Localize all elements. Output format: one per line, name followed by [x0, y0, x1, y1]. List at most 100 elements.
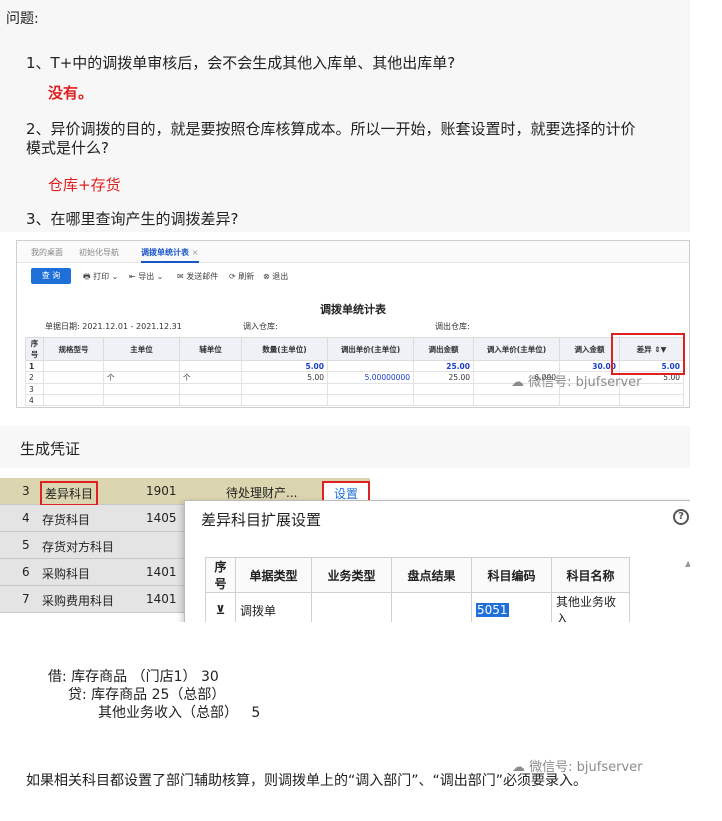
journal-credit-1: 贷: 库存商品 25（总部） — [68, 687, 226, 703]
print-label: 打印 — [93, 272, 110, 281]
print-button[interactable]: 🖶 打印 ⌄ — [83, 271, 118, 285]
cell-no: 4 — [25, 394, 44, 406]
subject-code-input[interactable]: 5051 — [476, 603, 509, 617]
refresh-label: 刷新 — [238, 272, 255, 281]
tab-close-icon[interactable]: × — [192, 248, 199, 257]
cell-qty: 5.00 — [241, 360, 328, 372]
row-name: 差异科目 — [40, 481, 99, 506]
journal-debit: 借: 库存商品 （门店1） 30 — [48, 669, 219, 685]
export-button[interactable]: ⇤ 导出 ⌄ — [129, 271, 164, 282]
row-code: 1401 — [146, 565, 177, 579]
wechat-icon: ☁ — [511, 375, 524, 390]
question-3: 3、在哪里查询产生的调拨差异? — [26, 210, 239, 228]
send-mail-label: 发送邮件 — [186, 272, 219, 281]
row-no: 6 — [22, 565, 30, 579]
subject-row[interactable]: 7 采购费用科目 1401 — [0, 586, 184, 613]
subject-row[interactable]: 4 存货科目 1405 — [0, 505, 184, 532]
watermark-text: 微信号: bjufserver — [528, 375, 642, 390]
cell-biz-type[interactable] — [311, 592, 392, 622]
row-name: 存货科目 — [42, 513, 91, 527]
export-icon: ⇤ — [129, 272, 136, 281]
report-screenshot: 我的桌面 初始化导航 调拨单统计表 × 查 询 🖶 打印 ⌄ ⇤ 导出 ⌄ ✉ … — [16, 240, 690, 408]
col-header[interactable]: 调入单价(主单位) — [473, 337, 560, 361]
journal-credit-2: 其他业务收入（总部） 5 — [98, 705, 261, 721]
question-1: 1、T+中的调拨单审核后，会不会生成其他入库单、其他出库单? — [26, 54, 456, 72]
col-header[interactable]: 数量(主单位) — [241, 337, 328, 361]
col-header: 单据类型 — [235, 557, 312, 593]
exit-label: 退出 — [272, 272, 289, 281]
col-header[interactable]: 规格型号 — [43, 337, 104, 361]
printer-icon: 🖶 — [83, 272, 91, 281]
col-header[interactable]: 调出单价(主单位) — [327, 337, 414, 361]
subject-settings-screenshot: 3 差异科目 1901 待处理财产... 设置 4 存货科目 1405 5 存货… — [0, 472, 690, 622]
tab-init-nav[interactable]: 初始化导航 — [79, 247, 119, 258]
date-filter: 单据日期: 2021.12.01 - 2021.12.31 — [45, 321, 182, 332]
row-code: 1405 — [146, 511, 177, 525]
cell-no: 1 — [25, 360, 44, 372]
row-code: 1401 — [146, 592, 177, 606]
cell-unit — [103, 360, 180, 372]
cell-no: 2 — [25, 371, 44, 384]
close-circle-icon: ⊗ — [263, 272, 270, 281]
cell-subject-name: 其他业务收入 — [551, 592, 630, 622]
scrollbar[interactable]: ▲ — [685, 559, 690, 609]
subject-row[interactable]: 5 存货对方科目 — [0, 532, 184, 559]
out-warehouse-filter: 调出仓库: — [435, 322, 470, 331]
col-header: 科目名称 — [551, 557, 630, 593]
col-header[interactable]: 辅单位 — [179, 337, 242, 361]
cell-count-result[interactable] — [391, 592, 472, 622]
row-no: 3 — [22, 484, 30, 498]
report-title: 调拨单统计表 — [320, 303, 386, 316]
in-warehouse-filter: 调入仓库: — [243, 322, 278, 331]
send-mail-button[interactable]: ✉ 发送邮件 — [177, 271, 218, 282]
tab-desktop[interactable]: 我的桌面 — [31, 247, 63, 258]
subject-row[interactable]: 6 采购科目 1401 — [0, 559, 184, 586]
query-button[interactable]: 查 询 — [31, 268, 71, 284]
row-name: 采购科目 — [42, 567, 91, 581]
journal-entry: 借: 库存商品 （门店1） 30 贷: 库存商品 25（总部） 其他业务收入（总… — [0, 640, 690, 726]
help-icon[interactable]: ? — [673, 509, 689, 525]
date-label: 单据日期: — [45, 322, 80, 331]
final-note: 如果相关科目都设置了部门辅助核算，则调拨单上的“调入部门”、“调出部门”必须要录… — [26, 773, 588, 789]
row-no: 5 — [22, 538, 30, 552]
voucher-heading-band — [0, 426, 690, 468]
row-no: 7 — [22, 592, 30, 606]
voucher-heading: 生成凭证 — [20, 440, 81, 458]
cell-doc-type: 调拨单 — [235, 592, 312, 622]
row-selector-icon[interactable]: ⊻ — [205, 592, 236, 622]
answer-2: 仓库+存货 — [48, 176, 121, 194]
tab-transfer-report[interactable]: 调拨单统计表 × — [141, 247, 199, 263]
exit-button[interactable]: ⊗ 退出 — [263, 271, 288, 282]
cell-in-price — [473, 360, 560, 372]
cell-out-price: 5.00000000 — [327, 371, 414, 384]
col-header[interactable]: 序号 — [25, 337, 44, 361]
cell-spec — [43, 371, 104, 384]
export-label: 导出 — [138, 272, 155, 281]
dialog-table: 序号 单据类型 业务类型 盘点结果 科目编码 科目名称 ⊻ 调拨单 5051 其… — [205, 557, 630, 622]
cell-unit: 个 — [103, 371, 180, 384]
cell-aux-unit — [179, 360, 242, 372]
diff-highlight-box — [611, 333, 685, 375]
tab-transfer-report-label: 调拨单统计表 — [141, 248, 189, 257]
cell-spec — [43, 360, 104, 372]
table-row[interactable]: 1 5.00 25.00 30.00 5.00 — [25, 360, 684, 372]
answer-1: 没有。 — [48, 84, 94, 102]
row-no: 4 — [22, 511, 30, 525]
table-header-row: 序号 规格型号 主单位 辅单位 数量(主单位) 调出单价(主单位) 调出金额 调… — [25, 337, 684, 361]
question-heading: 问题: — [6, 11, 39, 27]
chevron-down-icon: ⌄ — [111, 272, 119, 281]
cell-qty: 5.00 — [241, 371, 328, 384]
col-header[interactable]: 主单位 — [103, 337, 180, 361]
col-header[interactable]: 调出金额 — [413, 337, 474, 361]
tab-bar: 我的桌面 初始化导航 调拨单统计表 × — [17, 241, 689, 263]
cell-out-price — [327, 360, 414, 372]
cell-aux-unit: 个 — [179, 371, 242, 384]
table-row[interactable]: 4 — [25, 394, 684, 406]
table-header-row: 序号 单据类型 业务类型 盘点结果 科目编码 科目名称 — [205, 557, 630, 593]
toolbar: 查 询 🖶 打印 ⌄ ⇤ 导出 ⌄ ✉ 发送邮件 ⟳ 刷新 ⊗ 退出 — [17, 265, 689, 287]
table-row[interactable]: ⊻ 调拨单 5051 其他业务收入 — [205, 592, 630, 622]
diff-subject-dialog: 差异科目扩展设置 ? 序号 单据类型 业务类型 盘点结果 科目编码 科目名称 ⊻… — [184, 500, 690, 622]
cell-subject-code[interactable]: 5051 — [471, 592, 552, 622]
row-name: 存货对方科目 — [42, 540, 115, 554]
refresh-button[interactable]: ⟳ 刷新 — [229, 271, 254, 282]
